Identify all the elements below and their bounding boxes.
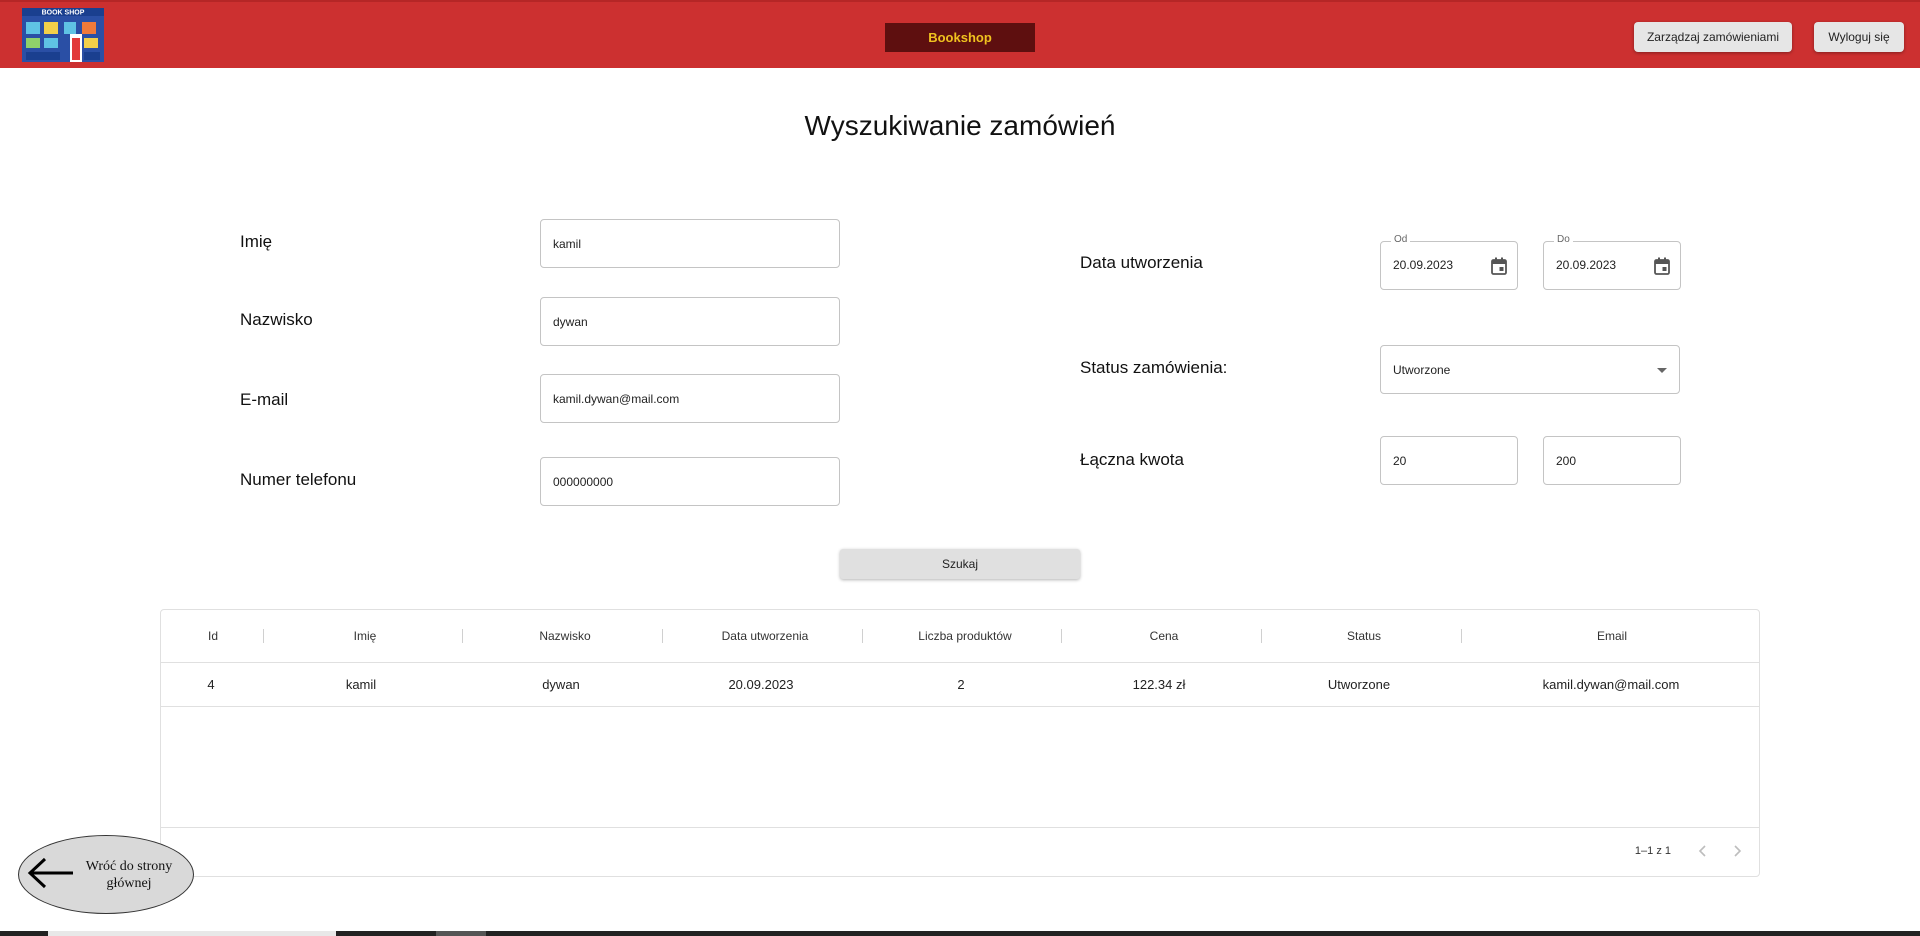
status-select-value: Utworzone <box>1393 363 1451 377</box>
next-page-icon[interactable] <box>1729 843 1745 859</box>
date-from-value: 20.09.2023 <box>1393 258 1454 272</box>
table-row[interactable]: 4 kamil dywan 20.09.2023 2 122.34 zł Utw… <box>161 662 1759 707</box>
bottom-strip-segment <box>436 931 486 936</box>
brand-title: Bookshop <box>885 23 1035 52</box>
calendar-icon[interactable] <box>1654 257 1670 275</box>
cell-email: kamil.dywan@mail.com <box>1542 676 1680 692</box>
last-name-input[interactable] <box>540 297 840 346</box>
column-header-first-name[interactable]: Imię <box>265 610 465 662</box>
phone-label: Numer telefonu <box>240 470 357 489</box>
date-to-legend: Do <box>1554 234 1573 245</box>
table-pagination: 1–1 z 1 <box>161 827 1759 876</box>
logo-text: BOOK SHOP <box>42 10 85 17</box>
first-name-label: Imię <box>240 232 273 251</box>
previous-page-icon[interactable] <box>1695 843 1711 859</box>
column-separator[interactable] <box>1461 629 1462 643</box>
phone-input[interactable] <box>540 457 840 506</box>
column-header-id[interactable]: Id <box>161 610 265 662</box>
orders-table: Id Imię Nazwisko Data utworzenia Liczba … <box>160 609 1760 877</box>
date-from-legend: Od <box>1391 234 1411 245</box>
cell-first-name: kamil <box>345 676 377 692</box>
first-name-input[interactable] <box>540 219 840 268</box>
total-max-input[interactable] <box>1543 436 1681 485</box>
arrow-left-icon <box>27 857 73 889</box>
page-title: Wyszukiwanie zamówień <box>804 110 1116 141</box>
column-header-price[interactable]: Cena <box>1065 610 1263 662</box>
search-button[interactable]: Szukaj <box>840 549 1080 579</box>
bottom-strip-segment <box>48 931 336 936</box>
email-label: E-mail <box>240 390 289 409</box>
chevron-down-icon <box>1657 368 1667 373</box>
column-separator[interactable] <box>862 629 863 643</box>
bottom-strip <box>0 931 1920 936</box>
created-date-label: Data utworzenia <box>1080 253 1203 272</box>
column-header-last-name[interactable]: Nazwisko <box>465 610 665 662</box>
cell-status: Utworzone <box>1327 676 1391 692</box>
last-name-label: Nazwisko <box>240 310 313 329</box>
column-header-email[interactable]: Email <box>1465 610 1759 662</box>
calendar-icon[interactable] <box>1491 257 1507 275</box>
back-label-line2: głównej <box>106 876 152 891</box>
table-header: Id Imię Nazwisko Data utworzenia Liczba … <box>161 610 1759 663</box>
column-separator[interactable] <box>662 629 663 643</box>
cell-product-count: 2 <box>957 676 965 692</box>
date-to-value: 20.09.2023 <box>1556 258 1617 272</box>
status-select[interactable]: Utworzone <box>1380 345 1680 394</box>
cell-id: 4 <box>207 676 215 692</box>
cell-price: 122.34 zł <box>1132 676 1186 692</box>
top-bar: BOOK SHOP Bookshop Zarządzaj zamówieniam… <box>0 0 1920 68</box>
column-separator[interactable] <box>462 629 463 643</box>
column-header-created-date[interactable]: Data utworzenia <box>665 610 865 662</box>
status-label: Status zamówienia: <box>1080 358 1228 377</box>
total-amount-label: Łączna kwota <box>1080 450 1184 469</box>
column-header-product-count[interactable]: Liczba produktów <box>865 610 1065 662</box>
column-separator[interactable] <box>1261 629 1262 643</box>
column-separator[interactable] <box>1061 629 1062 643</box>
cell-last-name: dywan <box>542 676 580 692</box>
column-separator[interactable] <box>263 629 264 643</box>
date-to-field[interactable]: Do 20.09.2023 <box>1543 234 1681 290</box>
date-from-field[interactable]: Od 20.09.2023 <box>1380 234 1518 290</box>
column-header-status[interactable]: Status <box>1265 610 1463 662</box>
back-label-line1: Wróć do strony <box>85 859 173 874</box>
back-to-home-button[interactable]: Wróć do strony głównej <box>18 835 194 914</box>
bookshop-logo-icon[interactable]: BOOK SHOP <box>18 6 108 64</box>
manage-orders-button[interactable]: Zarządzaj zamówieniami <box>1634 22 1792 52</box>
logout-button[interactable]: Wyloguj się <box>1814 22 1904 52</box>
total-min-input[interactable] <box>1380 436 1518 485</box>
back-button-label: Wróć do strony głównej <box>79 858 179 892</box>
cell-created-date: 20.09.2023 <box>728 676 794 692</box>
pagination-label: 1–1 z 1 <box>1634 845 1671 857</box>
email-input[interactable] <box>540 374 840 423</box>
